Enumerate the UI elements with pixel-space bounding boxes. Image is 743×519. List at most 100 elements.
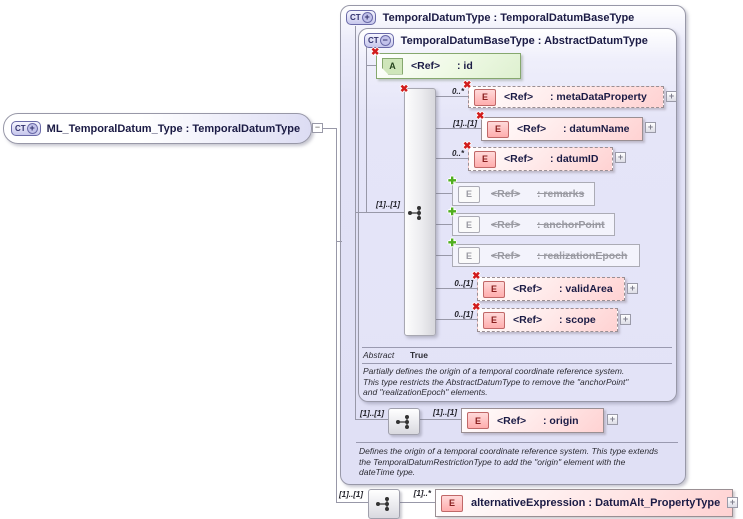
element-icon: E bbox=[474, 150, 496, 168]
element-icon: E bbox=[474, 88, 496, 106]
element-datumname[interactable]: ✖ E <Ref> : datumName bbox=[476, 111, 643, 141]
element-ref: <Ref> bbox=[491, 218, 521, 231]
separator bbox=[356, 442, 678, 443]
attribute-ref: <Ref> bbox=[411, 60, 441, 72]
connector-line bbox=[355, 419, 388, 420]
cardinality-label: [1]..[1] bbox=[360, 409, 384, 418]
xsd-schema-diagram: CT + TemporalDatumType : TemporalDatumBas… bbox=[0, 0, 743, 519]
element-name: alternativeExpression : DatumAlt_Propert… bbox=[471, 497, 721, 509]
complex-type-restriction-icon: CT − bbox=[364, 33, 394, 48]
removed-icon: ✖ bbox=[463, 141, 472, 152]
expand-icon[interactable]: + bbox=[615, 152, 626, 163]
sequence-icon bbox=[408, 206, 421, 220]
element-alternativeexpression[interactable]: E alternativeExpression : DatumAlt_Prope… bbox=[435, 489, 733, 517]
connector-line bbox=[434, 158, 468, 159]
added-icon: ✚ bbox=[448, 207, 457, 218]
connector-line bbox=[434, 319, 477, 320]
sequence-icon bbox=[396, 414, 409, 429]
cardinality-label: 0..* bbox=[451, 87, 464, 96]
removed-icon: ✖ bbox=[371, 47, 380, 58]
connector-line bbox=[434, 193, 452, 194]
element-anchorpoint-removed[interactable]: ✚ E <Ref>: anchorPoint bbox=[448, 207, 615, 236]
type-title: TemporalDatumBaseType : AbstractDatumTyp… bbox=[400, 34, 648, 47]
element-name: : datumID bbox=[550, 153, 599, 165]
added-icon: ✚ bbox=[448, 176, 457, 187]
cardinality-label: [1]..[1] bbox=[453, 119, 477, 128]
connector-line bbox=[355, 26, 356, 420]
connector-line bbox=[434, 96, 468, 97]
connector-line bbox=[418, 419, 461, 420]
connector-line bbox=[336, 241, 342, 242]
sequence-group-bar[interactable]: ✖ bbox=[400, 84, 436, 336]
cardinality-label: [1]..* bbox=[413, 489, 431, 498]
restriction-sign-icon: − bbox=[379, 35, 391, 46]
expand-icon[interactable]: + bbox=[620, 314, 631, 325]
type-box-ml-temporaldatum[interactable]: CT + ML_TemporalDatum_Type : TemporalDatu… bbox=[3, 113, 312, 144]
element-realizationepoch-removed[interactable]: ✚ E <Ref>: realizationEpoch bbox=[448, 238, 640, 267]
extension-sign-icon: + bbox=[26, 123, 38, 134]
abstract-facet-value: True bbox=[410, 350, 428, 360]
expand-icon[interactable]: + bbox=[607, 414, 618, 425]
removed-icon: ✖ bbox=[476, 111, 485, 122]
element-icon: E bbox=[458, 247, 480, 264]
removed-icon: ✖ bbox=[400, 84, 409, 95]
element-ref: <Ref> bbox=[517, 123, 547, 135]
added-icon: ✚ bbox=[448, 238, 457, 249]
attribute-id[interactable]: ✖ A <Ref> : id bbox=[371, 47, 521, 79]
cardinality-label: [1]..[1] bbox=[433, 408, 457, 417]
annotation-line: and "realizationEpoch" elements. bbox=[363, 387, 488, 397]
complex-type-extension-icon: CT + bbox=[11, 121, 41, 136]
abstract-facet-label: Abstract bbox=[363, 350, 395, 360]
cardinality-label: 0..[1] bbox=[454, 310, 473, 319]
annotation-line: Defines the origin of a temporal coordin… bbox=[359, 446, 659, 456]
connector-line bbox=[336, 502, 368, 503]
element-ref: <Ref> bbox=[504, 153, 534, 165]
annotation-line: Partially defines the origin of a tempor… bbox=[363, 366, 625, 376]
cardinality-label: 0..[1] bbox=[454, 279, 473, 288]
attribute-name: : id bbox=[457, 60, 473, 72]
element-scope[interactable]: ✖ E <Ref> : scope bbox=[472, 302, 618, 332]
element-metadataproperty[interactable]: ✖ E <Ref> : metaDataProperty bbox=[463, 80, 664, 108]
connector-line bbox=[434, 224, 452, 225]
element-datumid[interactable]: ✖ E <Ref> : datumID bbox=[463, 141, 613, 171]
element-name: : remarks bbox=[537, 188, 585, 200]
element-icon: E bbox=[487, 120, 509, 138]
complex-type-extension-icon: CT + bbox=[346, 10, 376, 25]
element-name: : datumName bbox=[563, 123, 630, 135]
connector-line bbox=[355, 212, 404, 213]
type-title: ML_TemporalDatum_Type : TemporalDatumTyp… bbox=[46, 122, 301, 135]
attribute-icon: A bbox=[382, 57, 403, 75]
expand-icon[interactable]: + bbox=[666, 91, 677, 102]
expand-icon[interactable]: + bbox=[727, 497, 738, 508]
removed-icon: ✖ bbox=[463, 80, 472, 91]
element-remarks-removed[interactable]: ✚ E <Ref>: remarks bbox=[448, 176, 595, 206]
element-name: : realizationEpoch bbox=[537, 249, 628, 262]
element-validarea[interactable]: ✖ E <Ref> : validArea bbox=[472, 271, 625, 301]
removed-icon: ✖ bbox=[472, 271, 481, 282]
element-icon: E bbox=[483, 280, 505, 298]
element-ref: <Ref> bbox=[497, 414, 527, 427]
connector-line bbox=[434, 288, 477, 289]
element-name: : validArea bbox=[559, 283, 613, 295]
ct-label: CT bbox=[15, 124, 26, 133]
expand-icon[interactable]: + bbox=[627, 283, 638, 294]
removed-icon: ✖ bbox=[472, 302, 481, 313]
element-icon: E bbox=[441, 494, 463, 512]
element-icon: E bbox=[458, 185, 480, 203]
cardinality-label: 0..* bbox=[451, 149, 464, 158]
element-ref: <Ref> bbox=[513, 314, 543, 326]
annotation-line: This type restricts the AbstractDatumTyp… bbox=[363, 376, 629, 387]
annotation-line: dateTime type. bbox=[359, 467, 416, 477]
type-header-temporaldatumbasetype: CT − TemporalDatumBaseType : AbstractDatu… bbox=[364, 33, 648, 48]
element-name: : anchorPoint bbox=[537, 218, 605, 231]
type-title: TemporalDatumType : TemporalDatumBaseTyp… bbox=[382, 11, 635, 24]
collapse-toggle-icon[interactable]: − bbox=[312, 123, 323, 133]
connector-line bbox=[398, 502, 435, 503]
separator bbox=[362, 347, 672, 348]
element-origin[interactable]: E <Ref> : origin bbox=[461, 408, 604, 433]
element-name: : origin bbox=[543, 414, 579, 427]
connector-line bbox=[434, 255, 452, 256]
expand-icon[interactable]: + bbox=[645, 122, 656, 133]
connector-line bbox=[336, 128, 337, 503]
sequence-icon bbox=[376, 497, 389, 511]
